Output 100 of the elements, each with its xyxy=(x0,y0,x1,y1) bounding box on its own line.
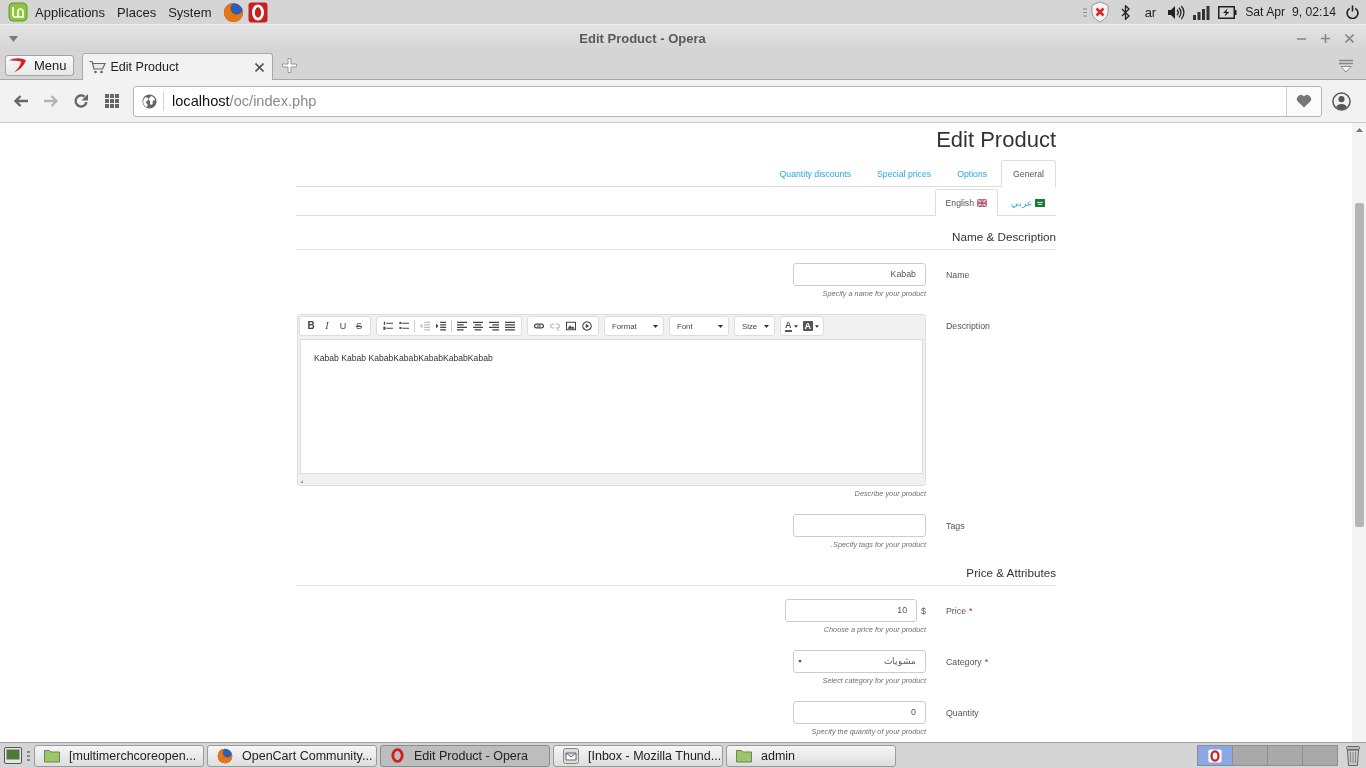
align-left-icon[interactable] xyxy=(457,321,467,331)
taskbar-button[interactable]: Edit Product - Opera xyxy=(380,744,550,767)
flag-icon xyxy=(1035,199,1045,207)
clock[interactable]: Sat Apr 9, 02:14 xyxy=(1245,5,1336,19)
input-field[interactable]: Kabab xyxy=(793,263,926,286)
panel-menu[interactable]: Places xyxy=(117,4,157,20)
workspace-cell[interactable] xyxy=(1232,745,1268,766)
required-mark: * xyxy=(984,656,989,667)
workspace-cell[interactable] xyxy=(1267,745,1303,766)
required-mark: * xyxy=(969,605,973,616)
caret-icon xyxy=(815,324,819,328)
signal-icon[interactable] xyxy=(1193,4,1211,20)
caret-icon xyxy=(718,324,723,328)
volume-icon[interactable] xyxy=(1167,4,1186,20)
italic-button[interactable]: I xyxy=(319,317,335,335)
logo-icon xyxy=(8,58,27,73)
language-tab[interactable]: English xyxy=(934,189,998,216)
resize-handle-icon[interactable] xyxy=(300,480,303,483)
ring-logo-icon[interactable] xyxy=(248,1,269,23)
close-tab-icon[interactable] xyxy=(254,62,264,72)
taskbar-button[interactable]: [Inbox - Mozilla Thund... xyxy=(553,744,723,767)
input-field[interactable] xyxy=(793,514,926,537)
field-label: Price xyxy=(946,605,967,616)
select-field[interactable]: مشويات xyxy=(793,650,926,673)
folder-icon xyxy=(736,748,752,763)
back-icon[interactable] xyxy=(13,93,29,109)
input-field[interactable]: 10 xyxy=(785,599,918,622)
panel-menu[interactable]: Applications xyxy=(35,4,106,20)
menu-button[interactable]: Menu xyxy=(5,55,74,76)
browser-tab[interactable]: Edit Product xyxy=(81,53,273,80)
section-heading: Name & Description xyxy=(952,229,1056,245)
caret-icon[interactable] xyxy=(9,35,18,42)
input-field[interactable]: 0 xyxy=(793,701,926,724)
tray-icon[interactable] xyxy=(1338,59,1354,73)
taskbar-button[interactable]: admin xyxy=(726,744,896,767)
taskbar-button[interactable]: [multimerchcoreopen... xyxy=(34,744,204,767)
reload-icon[interactable] xyxy=(73,93,89,109)
field-label: Quantity xyxy=(946,707,979,718)
ring-logo-icon xyxy=(390,748,405,763)
globe-logo-icon xyxy=(217,747,233,764)
align-right-icon[interactable] xyxy=(489,321,499,331)
keyboard-layout[interactable]: ar xyxy=(1144,4,1157,20)
caret-icon xyxy=(764,324,769,328)
section-heading: Price & Attributes xyxy=(966,565,1056,581)
url-text[interactable]: localhost/oc/index.php xyxy=(172,93,1286,109)
ring-logo-icon xyxy=(1208,748,1222,763)
scroll-up-icon[interactable] xyxy=(1355,128,1363,132)
grip-icon xyxy=(27,750,30,761)
form-tab[interactable]: General xyxy=(1001,160,1056,187)
underline-button[interactable]: U xyxy=(335,317,351,335)
globe-icon[interactable] xyxy=(142,93,157,109)
field-label: Tags xyxy=(946,520,965,531)
taskbar-button[interactable]: OpenCart Community... xyxy=(207,744,377,767)
bullet-list-icon[interactable] xyxy=(399,321,409,331)
currency-label: $ xyxy=(921,605,926,616)
panel-menu[interactable]: System xyxy=(168,4,212,20)
text-color-button[interactable]: A xyxy=(785,320,798,332)
link-icon[interactable] xyxy=(534,321,544,331)
scrollbar[interactable] xyxy=(1352,123,1366,742)
heart-icon xyxy=(1296,94,1312,108)
new-tab-icon[interactable] xyxy=(281,58,297,73)
globe-logo-icon[interactable] xyxy=(223,1,245,23)
field-label: Description xyxy=(946,320,990,331)
close-icon[interactable] xyxy=(1345,34,1354,43)
numbered-list-icon[interactable] xyxy=(383,321,393,331)
account-icon[interactable] xyxy=(1332,91,1351,111)
power-icon[interactable] xyxy=(1346,5,1359,19)
editor-area[interactable]: Kabab Kabab KababKababKababKababKabab xyxy=(300,339,923,474)
caret-icon xyxy=(653,324,658,328)
field-label: Name xyxy=(946,269,970,280)
bluetooth-icon[interactable] xyxy=(1120,4,1130,20)
show-desktop-icon[interactable] xyxy=(4,747,22,764)
justify-icon[interactable] xyxy=(505,321,515,331)
caret-icon xyxy=(793,324,798,328)
shield-icon[interactable] xyxy=(1089,1,1110,23)
folder-icon xyxy=(44,748,60,763)
trash-icon[interactable] xyxy=(1346,745,1360,766)
grip-icon xyxy=(1082,7,1087,17)
menu-logo-icon[interactable] xyxy=(8,2,28,22)
flag-icon xyxy=(977,199,987,207)
video-icon[interactable] xyxy=(582,321,592,331)
window-title: Edit Product - Opera xyxy=(579,31,706,46)
caret-icon xyxy=(798,660,802,663)
maximize-icon[interactable] xyxy=(1321,34,1330,43)
bookmark-button[interactable] xyxy=(1286,86,1321,116)
scroll-thumb[interactable] xyxy=(1354,203,1364,527)
page-title: Edit Product xyxy=(936,126,1056,154)
workspace-cell[interactable] xyxy=(1302,745,1338,766)
workspace-cell[interactable] xyxy=(1197,745,1233,766)
grid-icon[interactable] xyxy=(105,94,119,108)
field-label: Category xyxy=(946,656,982,667)
indent-icon[interactable] xyxy=(436,321,446,331)
bold-button[interactable]: B xyxy=(303,317,319,335)
strikethrough-button[interactable]: S xyxy=(351,317,367,335)
address-field[interactable]: localhost/oc/index.php xyxy=(133,85,1322,117)
cart-icon xyxy=(88,60,106,74)
mail-icon xyxy=(563,747,579,764)
align-center-icon[interactable] xyxy=(473,321,483,331)
battery-icon[interactable] xyxy=(1218,5,1238,19)
image-icon[interactable] xyxy=(566,321,576,331)
